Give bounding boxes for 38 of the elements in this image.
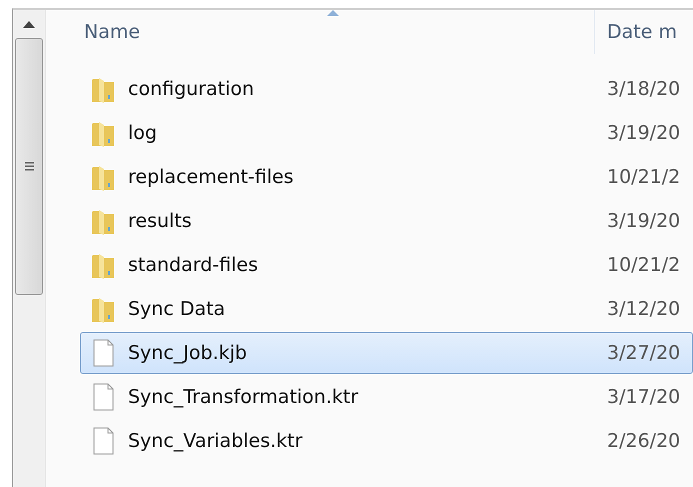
date-modified: 10/21/2 [607, 254, 680, 276]
date-modified: 3/17/20 [607, 386, 680, 408]
folder-icon [90, 251, 116, 279]
date-modified: 3/27/20 [607, 342, 680, 364]
file-row[interactable]: standard-files 10/21/2 [80, 244, 693, 286]
file-name: Sync_Variables.ktr [128, 430, 304, 452]
file-name: replacement-files [128, 166, 295, 188]
scrollbar-thumb[interactable] [15, 38, 43, 295]
date-modified: 3/18/20 [607, 78, 680, 100]
folder-icon [90, 75, 116, 103]
folder-icon [90, 119, 116, 147]
file-name: Sync Data [128, 298, 226, 320]
column-header[interactable]: Date m [594, 10, 677, 54]
column-header[interactable]: Name [80, 21, 594, 43]
date-modified: 3/12/20 [607, 298, 680, 320]
date-modified: 3/19/20 [607, 122, 680, 144]
folder-icon [90, 207, 116, 235]
file-name: Sync_Transformation.ktr [128, 386, 360, 408]
grip-icon [24, 162, 34, 171]
folder-icon [90, 295, 116, 323]
file-row[interactable]: configuration 3/18/20 [80, 68, 693, 110]
file-row[interactable]: Sync Data 3/12/20 [80, 288, 693, 330]
file-row[interactable]: log 3/19/20 [80, 112, 693, 154]
file-name: Sync_Job.kjb [128, 342, 248, 364]
file-name: configuration [128, 78, 256, 100]
file-row[interactable]: Sync_Transformation.ktr 3/17/20 [80, 376, 693, 418]
date-modified: 2/26/20 [607, 430, 680, 452]
file-name: standard-files [128, 254, 259, 276]
scroll-up-icon[interactable] [23, 20, 35, 28]
file-row[interactable]: replacement-files 10/21/2 [80, 156, 693, 198]
file-row[interactable]: results 3/19/20 [80, 200, 693, 242]
file-row[interactable]: Sync_Job.kjb 3/27/20 [80, 332, 693, 374]
file-row[interactable]: Sync_Variables.ktr 2/26/20 [80, 420, 693, 462]
file-name: results [128, 210, 193, 232]
date-modified: 10/21/2 [607, 166, 680, 188]
folder-icon [90, 163, 116, 191]
date-modified: 3/19/20 [607, 210, 680, 232]
file-name: log [128, 122, 158, 144]
